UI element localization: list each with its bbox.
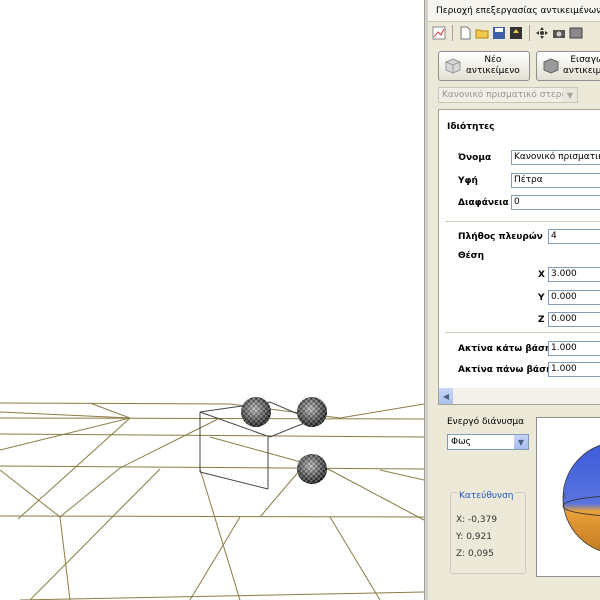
toolbar-separator <box>529 25 530 41</box>
camera-icon[interactable] <box>551 26 566 41</box>
cube-icon <box>445 58 461 74</box>
scroll-left-icon[interactable]: ◀ <box>439 388 453 404</box>
ground-grid <box>0 402 424 600</box>
shape-type-value: Κανονικό πρισματικό στερεό <box>442 90 563 100</box>
new-object-label-2: αντικείμενο <box>466 66 520 76</box>
direction-z: Z: 0,095 <box>456 549 494 559</box>
new-object-button[interactable]: Νέο αντικείμενο <box>438 51 530 81</box>
texture-field[interactable]: Πέτρα <box>511 173 600 188</box>
name-field[interactable]: Κανονικό πρισματικό στερεό <box>511 150 600 165</box>
active-vector-value: Φως <box>451 437 471 447</box>
position-label: Θέση <box>458 251 485 261</box>
chart-icon[interactable] <box>431 26 446 41</box>
new-file-icon[interactable] <box>457 26 472 41</box>
divider <box>445 221 600 222</box>
move-icon[interactable] <box>534 26 549 41</box>
import-cube-icon <box>543 58 559 74</box>
x-field[interactable]: 3.000 <box>548 267 600 282</box>
active-vector-label: Ενεργό διάνυσμα <box>447 417 525 427</box>
z-label: Z <box>538 315 545 325</box>
divider <box>445 332 600 333</box>
direction-y: Y: 0,921 <box>456 532 492 542</box>
sides-field[interactable]: 4 <box>548 229 600 244</box>
import-label-2: αντικειμένου <box>563 66 600 76</box>
direction-x: X: -0,379 <box>456 515 498 525</box>
view-icon[interactable] <box>568 26 583 41</box>
light-spheres <box>241 397 327 484</box>
toolbar-separator <box>452 25 453 41</box>
direction-sphere-widget[interactable]: ε <box>536 417 600 577</box>
shape-type-select[interactable]: Κανονικό πρισματικό στερεό ▼ <box>438 87 578 103</box>
top-radius-label: Ακτίνα πάνω βάσης <box>458 365 550 375</box>
name-label: Όνομα <box>458 153 492 163</box>
import-label-1: Εισαγωγή <box>570 55 600 65</box>
save-icon[interactable] <box>491 26 506 41</box>
chevron-down-icon: ▼ <box>563 88 577 102</box>
y-label: Y <box>538 293 545 303</box>
y-field[interactable]: 0.000 <box>548 290 600 305</box>
horizontal-scrollbar[interactable]: ◀ <box>439 388 600 404</box>
scene-canvas <box>0 397 424 600</box>
panel-titlebar: Περιοχή επεξεργασίας αντικειμένων <box>428 0 600 22</box>
transparency-field[interactable]: 0 <box>511 195 600 210</box>
panel-title: Περιοχή επεξεργασίας αντικειμένων <box>436 5 600 16</box>
bottom-radius-field[interactable]: 1.000 <box>548 341 600 356</box>
panel-toolbar <box>428 22 600 44</box>
globe-icon <box>562 444 600 552</box>
export-icon[interactable] <box>508 26 523 41</box>
properties-heading: Ιδιότητες <box>447 122 495 132</box>
chevron-down-icon: ▼ <box>514 435 528 449</box>
open-folder-icon[interactable] <box>474 26 489 41</box>
properties-box: Ιδιότητες Όνομα Κανονικό πρισματικό στερ… <box>438 109 600 405</box>
top-radius-field[interactable]: 1.000 <box>548 362 600 377</box>
direction-title: Κατεύθυνση <box>457 491 516 501</box>
3d-viewport[interactable] <box>0 0 424 600</box>
new-object-label-1: Νέο <box>484 55 502 65</box>
svg-text:ε: ε <box>563 492 567 500</box>
z-field[interactable]: 0.000 <box>548 312 600 327</box>
active-vector-select[interactable]: Φως ▼ <box>447 434 529 450</box>
sides-label: Πλήθος πλευρών <box>458 232 543 242</box>
texture-label: Υφή <box>458 176 478 186</box>
bottom-radius-label: Ακτίνα κάτω βάσης <box>458 344 550 354</box>
transparency-label: Διαφάνεια <box>458 198 509 208</box>
import-object-button[interactable]: Εισαγωγή αντικειμένου <box>536 51 600 81</box>
x-label: X <box>538 270 545 280</box>
